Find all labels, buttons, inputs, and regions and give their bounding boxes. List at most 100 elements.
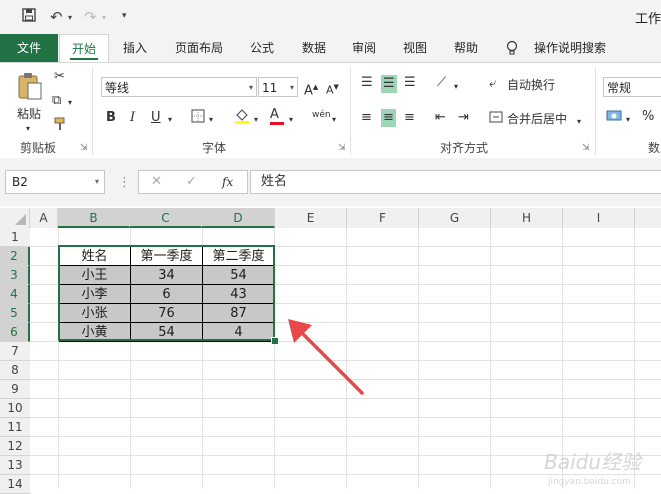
percent-button[interactable]: % — [642, 109, 654, 125]
table-header-cell[interactable]: 第二季度 — [203, 247, 275, 266]
column-header-b[interactable]: B — [58, 208, 130, 228]
table-cell[interactable]: 43 — [203, 285, 275, 304]
table-cell[interactable]: 76 — [131, 304, 203, 323]
number-format-select[interactable]: 常规 — [603, 77, 661, 97]
align-left-icon[interactable]: ≡ — [361, 110, 372, 126]
tab-file[interactable]: 文件 — [0, 34, 58, 62]
borders-dropdown-icon[interactable]: ▾ — [209, 112, 213, 128]
row-header-4[interactable]: 4 — [0, 285, 30, 304]
name-box[interactable]: B2 ▾ — [5, 170, 105, 194]
cancel-icon[interactable]: ✕ — [151, 174, 162, 190]
table-cell[interactable]: 小王 — [59, 266, 131, 285]
wrap-text-icon[interactable]: ⤶ — [489, 76, 496, 92]
formula-input[interactable]: 姓名 — [250, 170, 661, 194]
table-cell[interactable]: 54 — [203, 266, 275, 285]
more-options-icon[interactable]: ⋮ — [118, 175, 131, 191]
font-color-icon[interactable]: A — [270, 107, 284, 125]
tab-page-layout[interactable]: 页面布局 — [167, 34, 231, 62]
tab-data[interactable]: 数据 — [294, 34, 334, 62]
row-header-3[interactable]: 3 — [0, 266, 30, 285]
align-bottom-icon[interactable]: ☰ — [404, 75, 416, 91]
clipboard-launcher-icon[interactable]: ⇲ — [80, 143, 88, 153]
merge-dropdown-icon[interactable]: ▾ — [577, 114, 581, 130]
underline-button[interactable]: U — [151, 110, 161, 126]
row-header-14[interactable]: 14 — [0, 475, 30, 494]
table-header-cell[interactable]: 姓名 — [59, 247, 131, 266]
row-header-5[interactable]: 5 — [0, 304, 30, 323]
save-icon[interactable] — [22, 8, 36, 26]
font-color-dropdown-icon[interactable]: ▾ — [289, 112, 293, 128]
phonetic-dropdown-icon[interactable]: ▾ — [332, 112, 336, 128]
tell-me-search[interactable]: 操作说明搜索 — [530, 34, 610, 62]
customize-quick-access-icon[interactable]: ▾ — [122, 11, 127, 21]
orientation-icon[interactable]: ⟋ — [437, 75, 446, 91]
paste-label[interactable]: 粘贴 — [17, 106, 41, 122]
font-name-select[interactable]: 等线 ▾ — [101, 77, 257, 97]
grow-font-icon[interactable]: A▲ — [304, 79, 318, 99]
undo-dropdown-icon[interactable]: ▾ — [68, 13, 72, 22]
alignment-launcher-icon[interactable]: ⇲ — [582, 143, 590, 153]
table-cell[interactable]: 34 — [131, 266, 203, 285]
cut-icon[interactable]: ✂ — [54, 69, 65, 85]
row-header-9[interactable]: 9 — [0, 380, 30, 399]
orientation-dropdown-icon[interactable]: ▾ — [454, 79, 458, 95]
align-middle-icon[interactable]: ☰ — [381, 75, 397, 93]
table-header-cell[interactable]: 第一季度 — [131, 247, 203, 266]
column-header-c[interactable]: C — [130, 208, 202, 228]
table-cell[interactable]: 小李 — [59, 285, 131, 304]
row-header-13[interactable]: 13 — [0, 456, 30, 475]
bold-button[interactable]: B — [106, 110, 116, 126]
italic-button[interactable]: I — [130, 110, 135, 126]
row-header-2[interactable]: 2 — [0, 247, 30, 266]
select-all-corner[interactable] — [0, 208, 30, 228]
copy-icon[interactable]: ⧉ — [52, 93, 61, 109]
merge-center-icon[interactable] — [489, 110, 503, 129]
table-cell[interactable]: 4 — [203, 323, 275, 342]
column-header-g[interactable]: G — [419, 208, 491, 228]
enter-icon[interactable]: ✓ — [186, 174, 197, 190]
table-cell[interactable]: 87 — [203, 304, 275, 323]
column-header-a[interactable]: A — [30, 208, 58, 228]
row-header-7[interactable]: 7 — [0, 342, 30, 361]
column-header-i[interactable]: I — [563, 208, 635, 228]
font-size-select[interactable]: 11 ▾ — [258, 77, 298, 97]
merge-center-button[interactable]: 合并后居中 — [507, 111, 567, 127]
tab-view[interactable]: 视图 — [395, 34, 435, 62]
decrease-indent-icon[interactable]: ⇤ — [435, 110, 446, 126]
table-cell[interactable]: 小张 — [59, 304, 131, 323]
wrap-text-button[interactable]: 自动换行 — [507, 77, 555, 93]
worksheet-grid[interactable]: A B C D E F G H I 1 2 3 4 5 6 7 8 9 10 1… — [0, 206, 661, 494]
row-header-1[interactable]: 1 — [0, 228, 30, 247]
align-top-icon[interactable]: ☰ — [361, 75, 373, 91]
phonetic-guide-icon[interactable]: wén — [312, 107, 331, 123]
column-header-j[interactable] — [635, 208, 661, 228]
accounting-dropdown-icon[interactable]: ▾ — [626, 112, 630, 128]
tab-home[interactable]: 开始 — [59, 34, 109, 63]
column-header-f[interactable]: F — [347, 208, 419, 228]
table-cell[interactable]: 6 — [131, 285, 203, 304]
tab-insert[interactable]: 插入 — [115, 34, 155, 62]
tab-help[interactable]: 帮助 — [446, 34, 486, 62]
underline-dropdown-icon[interactable]: ▾ — [168, 112, 172, 128]
paste-icon[interactable] — [16, 71, 44, 106]
row-header-10[interactable]: 10 — [0, 399, 30, 418]
redo-dropdown-icon[interactable]: ▾ — [102, 13, 106, 22]
accounting-format-icon[interactable] — [606, 109, 622, 128]
copy-dropdown-icon[interactable]: ▾ — [68, 95, 72, 111]
column-header-e[interactable]: E — [275, 208, 347, 228]
font-launcher-icon[interactable]: ⇲ — [338, 143, 346, 153]
fill-color-icon[interactable] — [234, 107, 250, 130]
redo-icon[interactable]: ↷ — [84, 8, 97, 26]
undo-icon[interactable]: ↶ — [50, 8, 63, 26]
tab-formulas[interactable]: 公式 — [242, 34, 282, 62]
borders-icon[interactable] — [191, 109, 205, 128]
align-center-icon[interactable]: ≡ — [381, 109, 396, 127]
row-header-11[interactable]: 11 — [0, 418, 30, 437]
increase-indent-icon[interactable]: ⇥ — [458, 110, 469, 126]
column-header-h[interactable]: H — [491, 208, 563, 228]
row-header-12[interactable]: 12 — [0, 437, 30, 456]
insert-function-button[interactable]: fx — [222, 174, 233, 190]
fill-color-dropdown-icon[interactable]: ▾ — [254, 112, 258, 128]
row-header-6[interactable]: 6 — [0, 323, 30, 342]
paste-dropdown-icon[interactable]: ▾ — [26, 121, 30, 137]
